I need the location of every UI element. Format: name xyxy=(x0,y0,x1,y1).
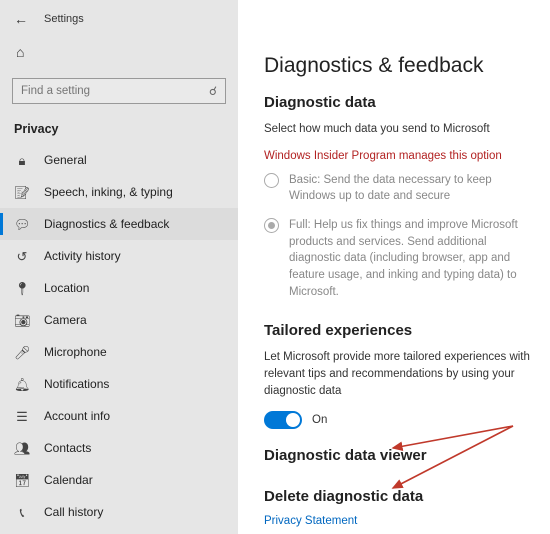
radio-full-circle xyxy=(264,218,279,233)
sidebar-item-account[interactable]: ☰ Account info xyxy=(0,400,238,432)
nav: 🔒︎ General 📝︎ Speech, inking, & typing 💬… xyxy=(0,144,238,528)
sidebar-item-speech[interactable]: 📝︎ Speech, inking, & typing xyxy=(0,176,238,208)
header-title: Settings xyxy=(44,13,84,25)
home-row[interactable]: ⌂ xyxy=(0,36,238,72)
sidebar-item-label: Notifications xyxy=(44,377,109,391)
lock-icon: 🔒︎ xyxy=(14,154,30,167)
section-label: Privacy xyxy=(0,118,238,144)
sidebar-item-label: Camera xyxy=(44,313,87,327)
sidebar-item-label: Contacts xyxy=(44,441,91,455)
radio-basic-label: Basic: Send the data necessary to keep W… xyxy=(289,172,532,205)
contacts-icon: 👥︎ xyxy=(14,442,30,455)
history-icon: ↺ xyxy=(14,250,30,263)
sidebar-item-activity[interactable]: ↺ Activity history xyxy=(0,240,238,272)
sidebar-item-calendar[interactable]: 📅︎ Calendar xyxy=(0,464,238,496)
main-pane: Diagnostics & feedback Diagnostic data S… xyxy=(238,0,550,534)
sidebar-item-location[interactable]: 📍︎ Location xyxy=(0,272,238,304)
section-diagnostic-data: Diagnostic data xyxy=(264,94,532,111)
sidebar-item-diagnostics[interactable]: 💬︎ Diagnostics & feedback xyxy=(0,208,238,240)
insider-note: Windows Insider Program manages this opt… xyxy=(264,150,532,162)
call-icon: 📞︎ xyxy=(14,506,30,519)
notifications-icon: 🔔︎ xyxy=(14,378,30,391)
sidebar-item-label: Microphone xyxy=(44,345,107,359)
page-title: Diagnostics & feedback xyxy=(264,54,532,78)
header: ← Settings xyxy=(0,0,238,36)
section-viewer: Diagnostic data viewer xyxy=(264,447,532,464)
sidebar-item-call[interactable]: 📞︎ Call history xyxy=(0,496,238,528)
home-icon: ⌂ xyxy=(16,44,24,60)
feedback-icon: 💬︎ xyxy=(14,218,30,231)
search-icon: ☌ xyxy=(209,84,217,98)
tailored-toggle[interactable] xyxy=(264,411,302,429)
sidebar-item-label: Location xyxy=(44,281,89,295)
section-delete: Delete diagnostic data xyxy=(264,488,532,505)
sidebar-item-general[interactable]: 🔒︎ General xyxy=(0,144,238,176)
radio-basic-circle xyxy=(264,173,279,188)
location-icon: 📍︎ xyxy=(14,282,30,295)
sidebar-item-label: Calendar xyxy=(44,473,93,487)
tailored-toggle-label: On xyxy=(312,414,327,426)
radio-basic: Basic: Send the data necessary to keep W… xyxy=(264,172,532,205)
account-icon: ☰ xyxy=(14,410,30,423)
privacy-statement-link[interactable]: Privacy Statement xyxy=(264,515,532,527)
radio-full-label: Full: Help us fix things and improve Mic… xyxy=(289,217,532,300)
sidebar-item-label: Speech, inking, & typing xyxy=(44,185,173,199)
camera-icon: 📷︎ xyxy=(14,314,30,327)
tailored-toggle-row: On xyxy=(264,411,532,429)
diagnostic-desc: Select how much data you send to Microso… xyxy=(264,121,532,138)
radio-full: Full: Help us fix things and improve Mic… xyxy=(264,217,532,300)
sidebar-item-microphone[interactable]: 🎤︎ Microphone xyxy=(0,336,238,368)
back-icon[interactable]: ← xyxy=(14,12,28,26)
sidebar-item-label: Account info xyxy=(44,409,110,423)
sidebar-item-label: General xyxy=(44,153,87,167)
calendar-icon: 📅︎ xyxy=(14,474,30,487)
sidebar-item-label: Activity history xyxy=(44,249,121,263)
sidebar-item-notifications[interactable]: 🔔︎ Notifications xyxy=(0,368,238,400)
sidebar: ← Settings ⌂ ☌ Privacy 🔒︎ General 📝︎ Spe… xyxy=(0,0,238,534)
microphone-icon: 🎤︎ xyxy=(14,346,30,359)
sidebar-item-label: Diagnostics & feedback xyxy=(44,217,169,231)
sidebar-item-label: Call history xyxy=(44,505,103,519)
sidebar-item-contacts[interactable]: 👥︎ Contacts xyxy=(0,432,238,464)
search-input[interactable] xyxy=(21,85,209,97)
tailored-desc: Let Microsoft provide more tailored expe… xyxy=(264,349,532,399)
section-tailored: Tailored experiences xyxy=(264,322,532,339)
sidebar-item-camera[interactable]: 📷︎ Camera xyxy=(0,304,238,336)
search-box[interactable]: ☌ xyxy=(12,78,226,104)
speech-icon: 📝︎ xyxy=(14,186,30,199)
